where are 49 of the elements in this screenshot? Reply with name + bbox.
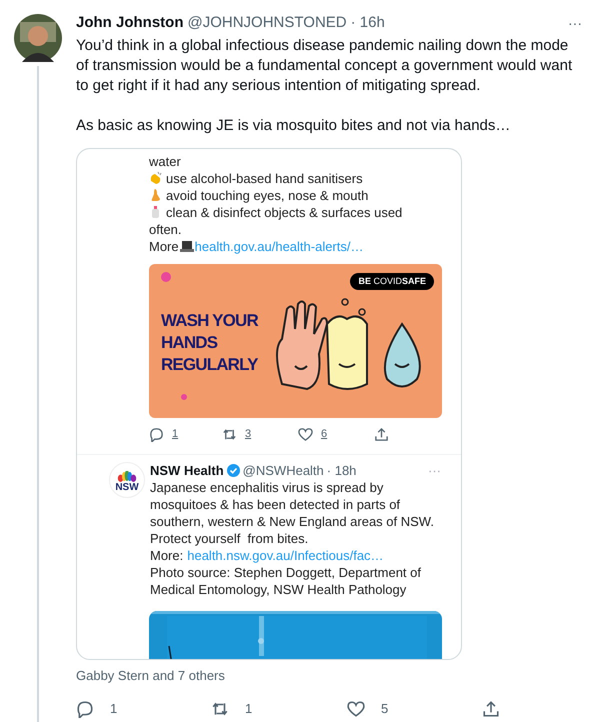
action-count: 1 — [172, 427, 178, 442]
reply-icon[interactable] — [149, 427, 164, 442]
tweet-text: mosquitoes & has been detected in parts of — [150, 496, 402, 512]
heart-icon[interactable] — [347, 700, 365, 718]
share-icon[interactable] — [374, 427, 389, 442]
flower-icon — [116, 470, 138, 482]
action-count: 3 — [245, 427, 252, 442]
quote-card[interactable] — [76, 148, 462, 660]
list-text: often. — [149, 220, 182, 238]
covidsafe-badge: BE COVIDSAFE — [350, 272, 434, 290]
tweet-text: Protect yourself from bites. — [150, 530, 310, 546]
tweet-text: You’d think in a global infectious disease pandemic nailing down the mode of transmission would be a fundamental concept a government would want to get right if it had any serious intention of mitigating spread. — [76, 36, 574, 96]
list-text: water — [149, 152, 181, 170]
tweet-time[interactable]: · 16h — [350, 12, 385, 34]
poster-headline: REGULARLY — [161, 354, 258, 376]
author-name[interactable]: NSW Health — [150, 462, 224, 478]
author-handle[interactable]: @NSWHealth — [242, 462, 324, 478]
likers-text[interactable]: Gabby Stern and 7 others — [76, 666, 584, 685]
author-name[interactable]: John Johnston — [76, 12, 184, 34]
tweet-time[interactable]: · 18h — [326, 462, 356, 478]
dot-icon — [181, 394, 187, 400]
more-label: More: — [150, 546, 184, 564]
list-text: avoid touching eyes, nose & mouth — [166, 186, 368, 204]
heart-icon[interactable] — [298, 427, 313, 442]
poster-headline: WASH YOUR — [161, 310, 258, 332]
tweet-text: southern, western & New England areas of NSW. — [150, 512, 435, 530]
more-button[interactable]: ··· — [568, 12, 582, 34]
poster-headline: HANDS — [161, 332, 218, 354]
clap-icon — [149, 171, 163, 185]
nose-icon — [149, 188, 163, 202]
author-handle[interactable]: @JOHNJOHNSTONED — [188, 12, 347, 34]
more-label: More — [149, 238, 179, 254]
list-text: clean & disinfect objects & surfaces used — [166, 204, 402, 220]
share-icon[interactable] — [482, 700, 500, 718]
tweet-text: Japanese encephalitis virus is spread by — [150, 478, 384, 496]
action-count: 6 — [321, 427, 328, 442]
laptop-icon — [180, 240, 194, 252]
avatar[interactable] — [14, 14, 62, 62]
nsw-logo[interactable]: NSW — [109, 462, 145, 498]
reply-icon[interactable] — [76, 700, 94, 718]
photo-credit: Photo source: Stephen Doggett, Department of — [150, 564, 422, 580]
retweet-icon[interactable] — [222, 427, 237, 442]
tweet-text: As basic as knowing JE is via mosquito bites and not via hands… — [76, 116, 512, 136]
action-count: 5 — [381, 700, 388, 718]
list-text: use alcohol-based hand sanitisers — [166, 170, 363, 186]
action-count: 1 — [110, 700, 118, 718]
photo-credit: Medical Entomology, NSW Health Pathology — [150, 580, 408, 598]
logo-text: NSW — [115, 482, 139, 492]
action-count: 1 — [245, 700, 252, 718]
